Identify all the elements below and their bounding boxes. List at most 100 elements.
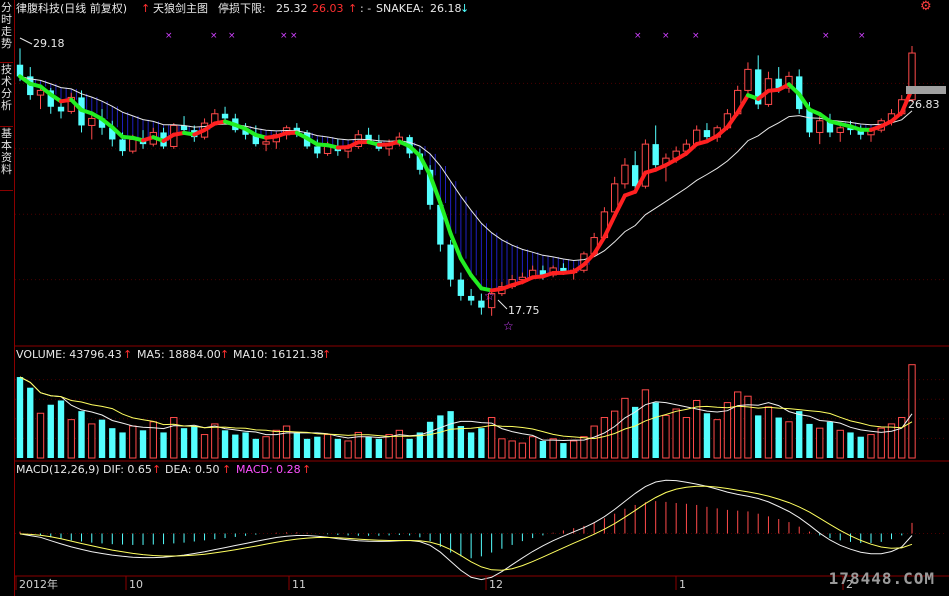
volume-bars bbox=[16, 364, 916, 459]
candle-up bbox=[262, 141, 270, 145]
volume-bar-down bbox=[314, 436, 321, 458]
volume-bar-up bbox=[898, 417, 906, 459]
volume-bar-down bbox=[426, 421, 434, 458]
volume-bar-up bbox=[908, 364, 916, 459]
volume-bar-down bbox=[857, 436, 864, 458]
volume-bar-up bbox=[744, 395, 752, 459]
volume-bar-up bbox=[887, 423, 896, 459]
volume-bar-down bbox=[796, 411, 803, 458]
volume-bar-up bbox=[600, 417, 609, 459]
volume-bar-up bbox=[549, 438, 557, 459]
last-price-label: 26.83 bbox=[908, 98, 940, 111]
volume-bar-up bbox=[498, 438, 506, 459]
dif-line bbox=[19, 479, 913, 581]
candles bbox=[16, 46, 916, 316]
x-axis: 2012年 10 11 12 1 2 bbox=[15, 576, 853, 591]
volume-bar-up bbox=[67, 419, 75, 459]
volume-bar-up bbox=[385, 434, 393, 459]
volume-bar-down bbox=[631, 406, 639, 458]
low-pointer bbox=[497, 299, 508, 310]
volume-bar-down bbox=[560, 443, 567, 458]
star-signal-icon: ☆ bbox=[484, 289, 495, 303]
volume-bar-down bbox=[334, 438, 342, 458]
volume-bar-up bbox=[129, 425, 137, 459]
volume-bar-down bbox=[652, 402, 659, 458]
volume-bar-up bbox=[88, 423, 96, 459]
volume-bar-down bbox=[180, 428, 188, 458]
volume-bar-up bbox=[785, 421, 793, 459]
candle-down bbox=[703, 130, 711, 138]
candle-down bbox=[447, 244, 454, 280]
volume-bar-down bbox=[109, 428, 116, 458]
volume-bar-down bbox=[78, 411, 85, 458]
volume-bar-up bbox=[867, 434, 875, 459]
volume-bar-up bbox=[200, 434, 209, 459]
candle-up bbox=[836, 127, 844, 133]
volume-bar-up bbox=[682, 417, 691, 459]
volume-bar-down bbox=[221, 430, 229, 458]
signal-mark-icon: × bbox=[165, 31, 173, 41]
star-signal-icon: ☆ bbox=[503, 319, 514, 333]
x-axis-label: 2012年 bbox=[19, 577, 58, 591]
volume-bar-down bbox=[191, 426, 198, 458]
volume-bar-up bbox=[36, 412, 45, 459]
volume-bar-down bbox=[806, 423, 813, 458]
volume-bar-up bbox=[170, 417, 178, 459]
volume-bar-down bbox=[47, 404, 54, 458]
signal-mark-icon: × bbox=[662, 31, 670, 41]
volume-bar-down bbox=[406, 438, 413, 458]
volume-bar-up bbox=[764, 406, 773, 459]
signal-mark-icon: × bbox=[228, 31, 236, 41]
volume-bar-up bbox=[323, 434, 332, 459]
volume-bar-down bbox=[119, 432, 126, 458]
signal-mark-icon: × bbox=[822, 31, 830, 41]
high-price-label: 29.18 bbox=[33, 37, 65, 50]
candle-down bbox=[652, 144, 659, 166]
volume-bar-down bbox=[27, 387, 34, 458]
volume-bar-down bbox=[447, 411, 454, 458]
volume-bar-up bbox=[662, 414, 670, 459]
volume-bar-up bbox=[590, 425, 598, 459]
volume-bar-down bbox=[57, 400, 65, 458]
x-axis-label: 1 bbox=[679, 578, 686, 591]
x-axis-label: 11 bbox=[292, 578, 306, 591]
volume-bar-down bbox=[437, 415, 444, 458]
volume-bar-up bbox=[282, 425, 291, 459]
candle-up bbox=[36, 89, 45, 96]
candle-up bbox=[744, 68, 752, 91]
volume-bar-down bbox=[826, 421, 834, 458]
macd-bars bbox=[19, 479, 913, 581]
candle-down bbox=[57, 106, 65, 112]
volume-bar-down bbox=[160, 432, 167, 458]
volume-bar-up bbox=[641, 389, 650, 459]
volume-bar-down bbox=[16, 377, 24, 458]
candle-down bbox=[631, 165, 639, 187]
signal-mark-icon: × bbox=[858, 31, 866, 41]
volume-bar-up bbox=[816, 427, 824, 459]
volume-bar-up bbox=[734, 391, 742, 459]
volume-bar-down bbox=[242, 432, 249, 458]
volume-bar-down bbox=[303, 438, 311, 458]
volume-bar-down bbox=[232, 434, 239, 458]
chart-frame bbox=[15, 82, 949, 577]
trend-line-segment bbox=[469, 273, 484, 291]
trend-line-segment bbox=[458, 256, 474, 278]
volume-bar-up bbox=[713, 419, 721, 459]
volume-bar-down bbox=[847, 432, 854, 458]
volume-bar-up bbox=[569, 440, 578, 459]
volume-bar-up bbox=[344, 440, 352, 459]
volume-bar-up bbox=[528, 436, 537, 459]
volume-bar-up bbox=[211, 423, 219, 459]
low-price-label: 17.75 bbox=[508, 304, 540, 317]
candle-up bbox=[129, 138, 137, 152]
candle-down bbox=[314, 146, 321, 154]
signal-mark-icon: × bbox=[210, 31, 218, 41]
signal-mark-icon: × bbox=[290, 31, 298, 41]
last-price-box bbox=[906, 86, 946, 94]
volume-bar-down bbox=[478, 428, 485, 458]
volume-bar-up bbox=[508, 440, 516, 459]
signal-mark-icon: × bbox=[280, 31, 288, 41]
stock-chart[interactable]: 2012年 10 11 12 1 2 29.1817.7526.83× × × × × × × × × ×☆… bbox=[0, 0, 949, 596]
candle-up bbox=[621, 164, 629, 185]
volume-bar-down bbox=[139, 430, 147, 458]
